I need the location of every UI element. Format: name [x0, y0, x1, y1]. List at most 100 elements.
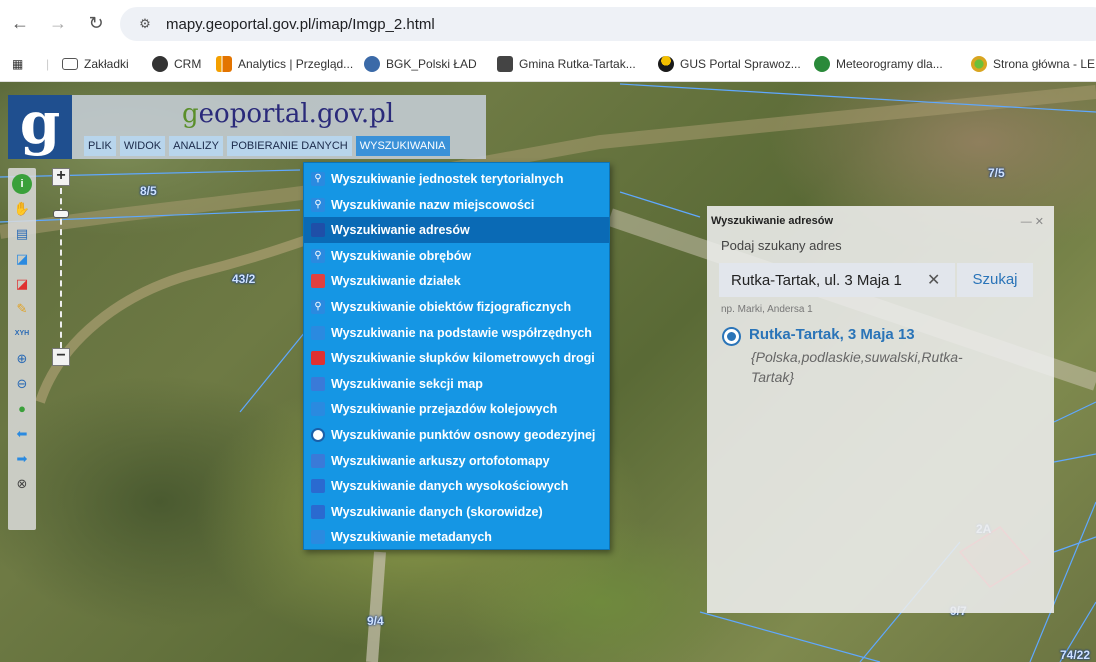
milestone-icon: [311, 351, 325, 366]
dropdown-item[interactable]: Wyszukiwanie danych wysokościowych: [304, 473, 609, 499]
menu-plik[interactable]: PLIK: [84, 136, 116, 156]
zoom-in-icon[interactable]: ⊕: [12, 349, 32, 369]
bookmark-bgk[interactable]: BGK_Polski ŁAD: [364, 55, 477, 73]
app-title: geoportal.gov.pl: [182, 99, 394, 129]
dropdown-item[interactable]: Wyszukiwanie punktów osnowy geodezyjnej: [304, 422, 609, 448]
dropdown-item[interactable]: ⚲ Wyszukiwanie obrębów: [304, 243, 609, 269]
result-radio[interactable]: [724, 329, 739, 344]
dropdown-item[interactable]: ⚲ Wyszukiwanie obiektów fizjograficznych: [304, 294, 609, 320]
meteo-icon: [814, 56, 830, 72]
search-icon: ⚲: [311, 248, 325, 263]
bookmark-label: CRM: [174, 57, 202, 71]
url-field[interactable]: ⚙ mapy.geoportal.gov.pl/imap/Imgp_2.html: [120, 7, 1096, 41]
dropdown-item-label: Wyszukiwanie adresów: [331, 223, 470, 238]
analytics-icon: [216, 56, 232, 72]
railway-icon: [311, 402, 325, 417]
zoom-out-icon[interactable]: ⊖: [12, 374, 32, 394]
dropdown-item[interactable]: Wyszukiwanie słupków kilometrowych drogi: [304, 345, 609, 371]
elevation-icon: [311, 479, 325, 494]
bookmark-meteo[interactable]: Meteorogramy dla...: [814, 55, 943, 73]
zoom-minus-button[interactable]: −: [52, 348, 70, 366]
bookmark-gmina[interactable]: Gmina Rutka-Tartak...: [497, 55, 636, 73]
bgk-icon: [364, 56, 380, 72]
parcel-label: 9/4: [367, 614, 384, 628]
legend-icon[interactable]: ▤: [12, 224, 32, 244]
menu-pobieranie-danych[interactable]: POBIERANIE DANYCH: [227, 136, 352, 156]
folder-icon: [62, 58, 78, 70]
dropdown-item[interactable]: Wyszukiwanie przejazdów kolejowych: [304, 396, 609, 422]
map-canvas[interactable]: 8/5 43/2 7/5 9/4 9/7 2A 74/22 g geoporta…: [0, 82, 1096, 662]
pan-hand-icon[interactable]: ✋: [12, 199, 32, 219]
dropdown-item-label: Wyszukiwanie punktów osnowy geodezyjnej: [331, 428, 596, 442]
parcel-label: 7/5: [988, 166, 1005, 180]
metadata-icon: [311, 530, 325, 545]
clear-icon[interactable]: ⊗: [12, 474, 32, 494]
reload-icon[interactable]: ↻: [84, 11, 108, 35]
dropdown-item[interactable]: Wyszukiwanie danych (skorowidze): [304, 499, 609, 525]
dropdown-item[interactable]: Wyszukiwanie na podstawie współrzędnych: [304, 320, 609, 346]
search-icon: ⚲: [311, 172, 325, 186]
address-icon: [311, 223, 325, 238]
bookmarks-divider: |: [46, 57, 50, 71]
menu-widok[interactable]: WIDOK: [119, 136, 166, 156]
bookmark-crm[interactable]: CRM: [152, 55, 201, 73]
parcel-label: 8/5: [140, 184, 157, 198]
search-button[interactable]: Szukaj: [957, 263, 1033, 297]
dropdown-item[interactable]: ⚲ Wyszukiwanie jednostek terytorialnych: [304, 166, 609, 192]
info-icon[interactable]: i: [12, 174, 32, 194]
dropdown-item-label: Wyszukiwanie sekcji map: [331, 376, 483, 391]
xyh-icon[interactable]: XYH: [12, 324, 32, 344]
app-title-prefix: g: [182, 99, 199, 129]
menu-wyszukiwania[interactable]: WYSZUKIWANIA: [355, 136, 450, 156]
ortho-sheet-icon: [311, 453, 325, 468]
address-label: Podaj szukany adres: [721, 238, 842, 253]
forward-arrow-icon[interactable]: →: [46, 11, 70, 35]
bookmark-strona[interactable]: Strona główna - LE: [971, 55, 1095, 73]
url-text[interactable]: mapy.geoportal.gov.pl/imap/Imgp_2.html: [166, 16, 435, 33]
dropdown-item-label: Wyszukiwanie danych (skorowidze): [331, 504, 543, 519]
address-input[interactable]: [719, 263, 955, 297]
dropdown-item[interactable]: Wyszukiwanie metadanych: [304, 524, 609, 550]
zoom-slider[interactable]: + −: [52, 168, 72, 368]
app-header: g geoportal.gov.pl PLIK WIDOK ANALIZY PO…: [8, 94, 486, 159]
site-info-icon[interactable]: ⚙: [136, 15, 154, 33]
back-arrow-icon[interactable]: ←: [8, 11, 32, 35]
dropdown-item-label: Wyszukiwanie metadanych: [331, 530, 492, 545]
address-search-panel: Wyszukiwanie adresów — ✕ Podaj szukany a…: [707, 206, 1054, 613]
dropdown-item[interactable]: Wyszukiwanie arkuszy ortofotomapy: [304, 448, 609, 474]
map-toolbar: i ✋ ▤ ◪ ◪ ✎ XYH ⊕ ⊖ ● ⬅ ➡ ⊗: [8, 168, 36, 530]
crm-icon: [152, 56, 168, 72]
app-title-rest: eoportal.gov.pl: [198, 99, 395, 129]
dropdown-item[interactable]: Wyszukiwanie działek: [304, 268, 609, 294]
parcel-label: 43/2: [232, 272, 256, 286]
clear-input-icon[interactable]: ✕: [927, 270, 940, 290]
gus-icon: [658, 56, 674, 72]
geodetic-point-icon: [311, 428, 325, 442]
dropdown-item[interactable]: Wyszukiwanie adresów: [304, 217, 609, 244]
input-hint: np. Marki, Andersa 1: [721, 304, 813, 315]
dropdown-item[interactable]: ⚲ Wyszukiwanie nazw miejscowości: [304, 192, 609, 218]
apps-grid-icon[interactable]: ▦: [12, 55, 23, 73]
next-view-icon[interactable]: ➡: [12, 449, 32, 469]
geoportal-logo[interactable]: g: [8, 94, 72, 159]
result-title[interactable]: Rutka-Tartak, 3 Maja 13: [749, 326, 915, 343]
zoom-plus-button[interactable]: +: [52, 168, 70, 186]
zoom-handle[interactable]: [53, 210, 69, 218]
menu-analizy[interactable]: ANALIZY: [169, 136, 223, 156]
bookmark-gus[interactable]: GUS Portal Sprawoz...: [658, 55, 801, 73]
bookmark-label: Meteorogramy dla...: [836, 57, 943, 71]
dropdown-item[interactable]: Wyszukiwanie sekcji map: [304, 371, 609, 397]
bookmark-label: Zakładki: [84, 57, 129, 71]
previous-view-icon[interactable]: ⬅: [12, 424, 32, 444]
pencil-icon[interactable]: ✎: [12, 299, 32, 319]
dropdown-item-label: Wyszukiwanie nazw miejscowości: [331, 197, 535, 212]
panel-window-controls[interactable]: — ✕: [1021, 215, 1044, 228]
parcel-label: 74/22: [1060, 648, 1091, 662]
select-icon[interactable]: ◪: [12, 249, 32, 269]
bookmark-analytics[interactable]: Analytics | Przegląd...: [216, 55, 353, 73]
bookmark-label: GUS Portal Sprawoz...: [680, 57, 801, 71]
bookmark-label: Analytics | Przegląd...: [238, 57, 354, 71]
bookmark-zakladki[interactable]: Zakładki: [62, 55, 129, 73]
select-remove-icon[interactable]: ◪: [12, 274, 32, 294]
globe-icon[interactable]: ●: [12, 399, 32, 419]
